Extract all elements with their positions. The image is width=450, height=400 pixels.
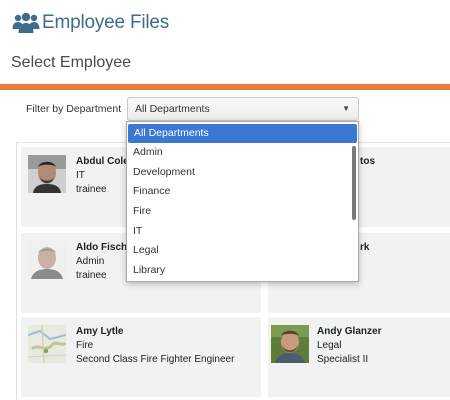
employee-name: tos [360, 156, 375, 167]
employee-title: trainee [76, 270, 107, 281]
dropdown-option-finance[interactable]: Finance [127, 182, 358, 202]
page-title: Select Employee [11, 54, 132, 71]
dropdown-option-legal[interactable]: Legal [127, 241, 358, 261]
accent-bar [0, 84, 450, 90]
department-dropdown[interactable]: All Departments Admin Development Financ… [126, 121, 359, 282]
employee-name: Andy Glanzer [317, 326, 382, 337]
employee-photo [271, 325, 309, 363]
dropdown-scrollbar[interactable] [352, 146, 356, 220]
dropdown-option-all-departments[interactable]: All Departments [128, 124, 357, 143]
employee-department: IT [76, 170, 85, 181]
app-header: Employee Files [0, 0, 450, 46]
app-title: Employee Files [42, 12, 170, 33]
employee-name: Abdul Cole [76, 156, 129, 167]
employee-title: Second Class Fire Fighter Engineer [76, 354, 235, 365]
employee-department: Admin [76, 256, 105, 267]
employee-name: rk [360, 242, 370, 253]
employee-name: Amy Lytle [76, 326, 124, 337]
dropdown-option-development[interactable]: Development [127, 163, 358, 183]
dropdown-option-library[interactable]: Library [127, 261, 358, 281]
department-select-value: All Departments [135, 103, 210, 115]
employee-card[interactable]: Amy Lytle Fire Second Class Fire Fighter… [21, 317, 261, 397]
department-select[interactable]: All Departments ▼ [127, 97, 359, 121]
employee-department: Legal [317, 340, 342, 351]
dropdown-option-fire[interactable]: Fire [127, 202, 358, 222]
people-icon [12, 12, 40, 33]
employee-photo [28, 241, 66, 279]
employee-title: trainee [76, 184, 107, 195]
employee-photo [28, 325, 66, 363]
dropdown-option-admin[interactable]: Admin [127, 143, 358, 163]
employee-title: Specialist II [317, 354, 369, 365]
dropdown-option-it[interactable]: IT [127, 222, 358, 242]
filter-label: Filter by Department [26, 103, 122, 115]
employee-department: Fire [76, 340, 94, 351]
filter-row: Filter by Department [26, 98, 127, 120]
employee-card[interactable]: Andy Glanzer Legal Specialist II [268, 317, 450, 397]
caret-down-icon: ▼ [342, 104, 350, 113]
employee-photo [28, 155, 66, 193]
